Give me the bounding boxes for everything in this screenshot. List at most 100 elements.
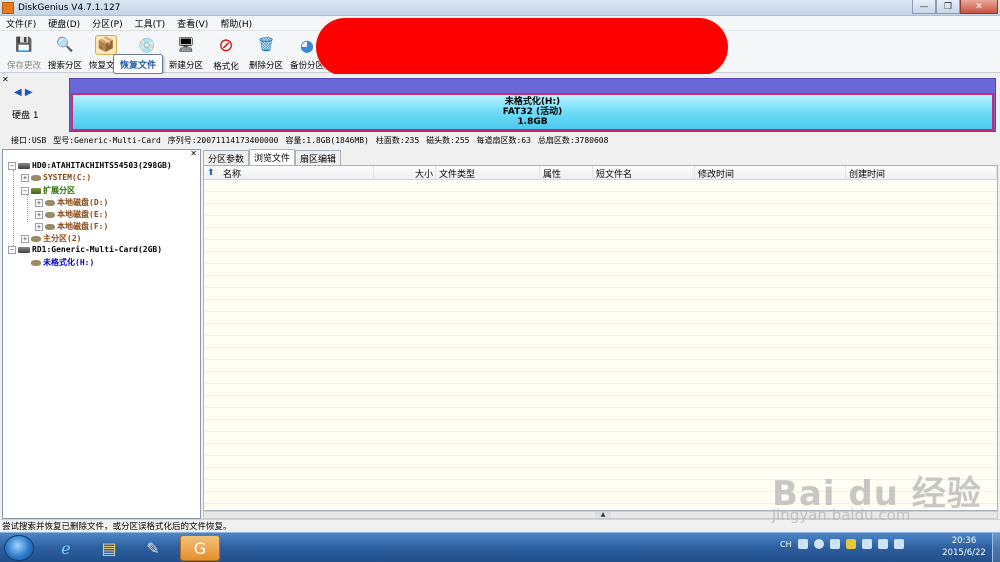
tree-label-f: 本地磁盘(F:): [57, 222, 109, 231]
disk-bar[interactable]: 未格式化(H:) FAT32 (活动) 1.8GB: [69, 78, 996, 132]
tree-node-hd0[interactable]: − HD0:ATAHITACHIHTS54503(298GB): [8, 161, 172, 170]
file-list[interactable]: ⬆ 名称 大小 文件类型 属性 短文件名 修改时间 创建时间: [203, 165, 998, 511]
expand-icon[interactable]: +: [35, 222, 43, 231]
start-button[interactable]: [4, 535, 34, 561]
format-button[interactable]: ⊘ 格式化: [206, 33, 246, 72]
tree-label-rd1: RD1:Generic-Multi-Card(2GB): [32, 245, 163, 254]
col-size[interactable]: 大小: [374, 166, 436, 180]
diskgenius-taskbar-button[interactable]: G: [180, 535, 220, 561]
tab-partition-params[interactable]: 分区参数: [203, 150, 250, 165]
col-created[interactable]: 创建时间: [846, 166, 997, 180]
status-text: 尝试搜索并恢复已删除文件，或分区误格式化后的文件恢复。: [2, 522, 232, 532]
partition-icon: [31, 174, 41, 181]
watermark-url: jingyan.baidu.com: [772, 506, 911, 524]
tree-label-hd0: HD0:ATAHITACHIHTS54503(298GB): [32, 161, 172, 170]
menu-partition[interactable]: 分区(P): [86, 17, 128, 30]
help-icon[interactable]: [813, 539, 824, 549]
tree-node-f[interactable]: + 本地磁盘(F:): [35, 221, 108, 232]
tree-label-primary: 主分区(2): [43, 234, 82, 243]
menu-file[interactable]: 文件(F): [0, 17, 42, 30]
tree-node-extended[interactable]: − 扩展分区: [21, 185, 75, 196]
partition-size: 1.8GB: [517, 117, 548, 127]
clock-time: 20:36: [951, 536, 977, 546]
tab-browse-files[interactable]: 浏览文件: [249, 149, 296, 165]
disk-label: 硬盘 1: [12, 111, 39, 121]
col-type[interactable]: 文件类型: [436, 166, 540, 180]
explorer-taskbar-button[interactable]: ▤: [89, 535, 129, 561]
flag-icon[interactable]: [861, 539, 872, 549]
col-modified[interactable]: 修改时间: [695, 166, 846, 180]
menu-disk[interactable]: 硬盘(D): [42, 17, 86, 30]
ie-taskbar-button[interactable]: ℯ: [46, 535, 86, 561]
format-icon: ⊘: [218, 35, 234, 56]
antivirus-icon[interactable]: [845, 539, 856, 549]
tab-sector-edit[interactable]: 扇区编辑: [295, 150, 342, 165]
search-partition-button[interactable]: 🔍 搜索分区: [45, 33, 85, 71]
partition-name: 未格式化(H:): [504, 97, 561, 107]
show-desktop-button[interactable]: [992, 533, 1000, 562]
delete-partition-button[interactable]: 🗑 删除分区: [246, 33, 286, 71]
info-cylinders: 柱面数:235: [375, 135, 420, 145]
disk-nav-arrows-icon[interactable]: ◀ ▶: [14, 87, 33, 98]
col-name[interactable]: 名称: [220, 166, 374, 180]
collapse-icon[interactable]: −: [21, 186, 29, 195]
network-icon[interactable]: [877, 539, 888, 549]
maximize-button[interactable]: ❐: [936, 0, 960, 14]
hard-disk-icon: [18, 162, 30, 169]
tree-node-system[interactable]: + SYSTEM(C:): [21, 173, 91, 182]
window-title: DiskGenius V4.7.1.127: [18, 2, 121, 13]
info-interface: 接口:USB: [11, 135, 47, 145]
language-indicator[interactable]: CH: [780, 540, 792, 549]
scroll-up-arrow-icon[interactable]: ▲: [595, 512, 611, 518]
collapse-icon[interactable]: −: [8, 161, 16, 170]
save-icon: 💾: [15, 37, 33, 53]
up-folder-icon[interactable]: ⬆: [207, 168, 215, 178]
settings-icon[interactable]: [829, 539, 840, 549]
minimize-button[interactable]: —: [912, 0, 936, 14]
keyboard-icon[interactable]: [797, 539, 808, 549]
tree-node-rd1[interactable]: − RD1:Generic-Multi-Card(2GB): [8, 245, 162, 254]
tree-node-unformatted[interactable]: 未格式化(H:): [31, 257, 95, 268]
tree-close-icon[interactable]: ✕: [190, 149, 197, 158]
partition-icon: [31, 259, 41, 266]
extended-partition-icon: [31, 187, 41, 194]
info-serial: 序列号:20071114173400000: [167, 135, 279, 145]
tree-node-e[interactable]: + 本地磁盘(E:): [35, 209, 108, 220]
content-panel: 分区参数 浏览文件 扇区编辑 ⬆ 名称 大小 文件类型 属性 短文件名 修改时间…: [203, 149, 998, 519]
disk-map: ✕ ◀ ▶ 硬盘 1 未格式化(H:) FAT32 (活动) 1.8GB: [0, 74, 1000, 132]
search-partition-label: 搜索分区: [47, 61, 82, 71]
file-list-body: [204, 180, 997, 510]
paint-taskbar-button[interactable]: ✎: [133, 535, 173, 561]
expand-icon[interactable]: +: [21, 173, 29, 182]
tree-node-d[interactable]: + 本地磁盘(D:): [35, 197, 108, 208]
col-short-name[interactable]: 短文件名: [593, 166, 695, 180]
new-partition-icon: 🖥: [177, 37, 195, 53]
collapse-icon[interactable]: −: [8, 245, 16, 254]
new-partition-button[interactable]: 🖥 新建分区: [166, 33, 206, 71]
format-label: 格式化: [213, 62, 239, 72]
tree-label-extended: 扩展分区: [43, 186, 75, 195]
expand-icon[interactable]: +: [21, 234, 29, 243]
menu-help[interactable]: 帮助(H): [214, 17, 258, 30]
partition-block-h[interactable]: 未格式化(H:) FAT32 (活动) 1.8GB: [71, 93, 994, 131]
info-total-sectors: 总扇区数:3780608: [537, 135, 609, 145]
tree-connector: [13, 170, 14, 250]
save-changes-button[interactable]: 💾 保存更改: [4, 33, 44, 71]
partition-fs: FAT32 (活动): [502, 107, 563, 117]
volume-icon[interactable]: [893, 539, 904, 549]
tree-connector: [27, 192, 28, 222]
menu-view[interactable]: 查看(V): [171, 17, 214, 30]
diskmap-close-icon[interactable]: ✕: [2, 75, 9, 84]
expand-icon[interactable]: +: [35, 198, 43, 207]
system-tray: CH: [780, 539, 904, 549]
partition-icon: [45, 211, 55, 218]
info-capacity: 容量:1.8GB(1846MB): [285, 135, 369, 145]
expand-icon[interactable]: +: [35, 210, 43, 219]
search-icon: 🔍: [56, 37, 74, 53]
system-clock[interactable]: 20:36 2015/6/22: [936, 535, 992, 559]
col-attr[interactable]: 属性: [540, 166, 593, 180]
menu-tools[interactable]: 工具(T): [129, 17, 172, 30]
tree-node-primary[interactable]: + 主分区(2): [21, 233, 81, 244]
close-button[interactable]: ✕: [960, 0, 998, 14]
tree-label-e: 本地磁盘(E:): [57, 210, 109, 219]
